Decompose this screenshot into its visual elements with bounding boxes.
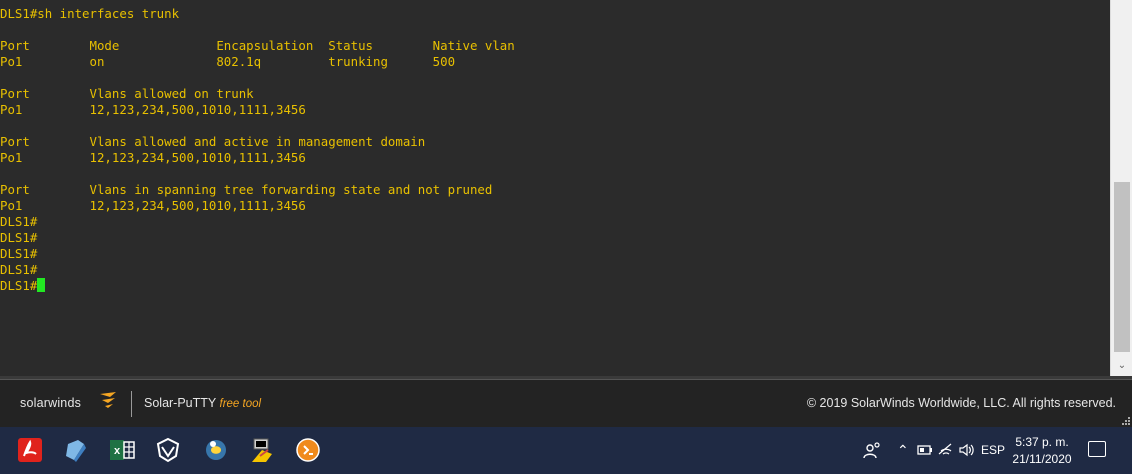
battery-icon[interactable] (917, 444, 933, 456)
wifi-icon[interactable] (937, 442, 955, 458)
footer-divider (131, 391, 132, 417)
terminal-prompt: DLS1# (0, 278, 38, 293)
product-label: Solar-PuTTY free tool (144, 396, 261, 410)
terminal-line: Po1 on 802.1q trunking 500 (0, 54, 456, 69)
product-tag: free tool (219, 398, 262, 410)
terminal-prompt-line[interactable]: DLS1# (0, 278, 1110, 294)
app-footer: solarwinds Solar-PuTTY free tool © 2019 … (0, 379, 1132, 427)
virtualbox-icon[interactable] (154, 436, 182, 464)
people-icon[interactable] (862, 440, 882, 460)
svg-text:x: x (114, 445, 121, 457)
notification-icon[interactable] (1088, 441, 1106, 457)
chevron-up-icon[interactable]: ⌃ (897, 442, 909, 459)
system-clock[interactable]: 5:37 p. m. 21/11/2020 (1012, 434, 1072, 468)
product-name: Solar-PuTTY (144, 396, 217, 410)
solar-putty-icon[interactable] (294, 436, 322, 464)
clock-date: 21/11/2020 (1012, 452, 1072, 466)
excel-icon[interactable]: x (108, 436, 136, 464)
language-indicator[interactable]: ESP (981, 443, 1005, 457)
terminal-window[interactable]: DLS1#sh interfaces trunk Port Mode Encaps… (0, 0, 1110, 376)
terminal-line: DLS1# (0, 246, 38, 261)
terminal-line: Po1 12,123,234,500,1010,1111,3456 (0, 150, 306, 165)
scrollbar-thumb[interactable] (1114, 182, 1130, 352)
solarwinds-logo-icon (100, 392, 116, 408)
terminal-line: DLS1#sh interfaces trunk (0, 6, 180, 21)
solarwinds-logo: solarwinds (20, 396, 82, 410)
acrobat-reader-icon[interactable] (16, 436, 44, 464)
notepad-icon[interactable] (62, 436, 90, 464)
windows-taskbar: x ⌃ ESP 5:37 p. m. 21/11/2020 (0, 427, 1132, 474)
resize-grip-icon[interactable] (1122, 417, 1130, 425)
terminal-line: DLS1# (0, 230, 38, 245)
scroll-down-icon[interactable]: ⌄ (1111, 358, 1132, 374)
python-icon[interactable] (202, 436, 230, 464)
clock-time: 5:37 p. m. (1015, 435, 1069, 449)
copyright-text: © 2019 SolarWinds Worldwide, LLC. All ri… (806, 396, 1116, 410)
terminal-line: Po1 12,123,234,500,1010,1111,3456 (0, 102, 306, 117)
putty-icon[interactable] (248, 436, 276, 464)
terminal-scrollbar[interactable]: ⌄ (1110, 0, 1132, 376)
terminal-line: Po1 12,123,234,500,1010,1111,3456 (0, 198, 306, 213)
volume-icon[interactable] (958, 442, 976, 458)
terminal-line: DLS1# (0, 214, 38, 229)
terminal-line: Port Vlans allowed on trunk (0, 86, 254, 101)
terminal-line: DLS1# (0, 262, 38, 277)
terminal-line: Port Vlans in spanning tree forwarding s… (0, 182, 493, 197)
terminal-output[interactable]: DLS1#sh interfaces trunk Port Mode Encaps… (0, 6, 1110, 294)
terminal-line: Port Mode Encapsulation Status Native vl… (0, 38, 515, 53)
terminal-line: Port Vlans allowed and active in managem… (0, 134, 426, 149)
terminal-cursor (37, 278, 46, 292)
